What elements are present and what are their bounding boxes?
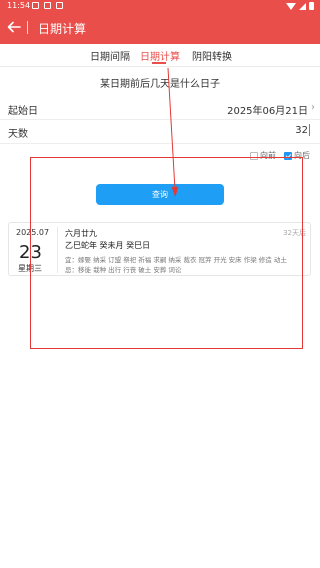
status-bar: 11:54 <box>0 0 320 12</box>
annotation-box <box>30 157 303 349</box>
wifi-icon <box>286 2 296 10</box>
signal-icon <box>299 2 306 10</box>
row-divider <box>0 143 320 144</box>
active-tab-indicator <box>152 62 166 64</box>
start-date-row[interactable]: 起始日 2025年06月21日 › <box>0 97 320 119</box>
title-divider <box>27 21 28 34</box>
tab-divider <box>0 66 320 67</box>
tab-date-calculation[interactable]: 日期计算 <box>140 48 180 63</box>
arrow-left-icon[interactable] <box>6 19 22 35</box>
page-title: 日期计算 <box>38 22 87 36</box>
tab-bar: 日期间隔 日期计算 阴阳转换 <box>0 46 320 66</box>
days-input[interactable]: 32 <box>295 125 308 136</box>
image-icon <box>44 2 51 9</box>
text-cursor <box>309 124 310 136</box>
calendar-icon <box>56 2 63 9</box>
days-row: 天数 32 <box>0 120 320 142</box>
chevron-right-icon: › <box>311 102 315 113</box>
start-date-value[interactable]: 2025年06月21日 <box>227 102 308 117</box>
battery-icon <box>309 2 314 10</box>
start-date-label: 起始日 <box>8 106 38 117</box>
tab-lunar-solar-convert[interactable]: 阴阳转换 <box>192 48 232 63</box>
days-label: 天数 <box>8 129 28 140</box>
tab-date-interval[interactable]: 日期间隔 <box>90 48 130 63</box>
image-icon <box>32 2 39 9</box>
app-bar: 日期计算 <box>0 12 320 44</box>
question-text: 某日期前后几天是什么日子 <box>100 79 220 90</box>
status-time: 11:54 <box>7 1 31 10</box>
